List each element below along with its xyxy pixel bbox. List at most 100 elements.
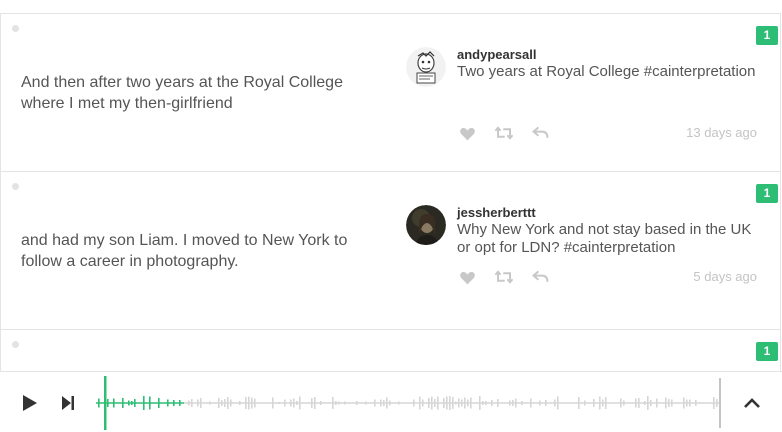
waveform-bar <box>599 396 601 410</box>
tweet-text: Two years at Royal College #cainterpreta… <box>457 63 756 80</box>
waveform-bar <box>365 401 367 405</box>
waveform-bar <box>335 401 337 405</box>
chevron-up-icon[interactable] <box>741 392 763 414</box>
waveform-bar <box>713 397 715 409</box>
waveform-bar <box>251 397 253 409</box>
waveform-bar <box>128 400 130 406</box>
waveform-bar <box>197 399 199 407</box>
tweet-count-badge[interactable]: 1 <box>756 184 778 203</box>
waveform-bar <box>716 399 718 407</box>
tweet-count-badge[interactable]: 1 <box>756 26 778 45</box>
play-icon[interactable] <box>19 392 41 414</box>
waveform-bar <box>671 399 673 407</box>
tweet-timestamp[interactable]: 13 days ago <box>686 125 757 140</box>
tweet-body: jessherberttt Why New York and not stay … <box>457 205 757 257</box>
waveform-bar <box>122 398 124 408</box>
waveform-bar <box>470 397 472 409</box>
transcript-segment: 1 and had my son Liam. I moved to New Yo… <box>0 171 781 329</box>
reply-icon[interactable] <box>530 267 550 287</box>
waveform-bar <box>143 396 145 410</box>
user-avatar[interactable] <box>406 47 446 87</box>
waveform-bar <box>272 397 274 409</box>
waveform-bar <box>398 401 400 405</box>
waveform-bar <box>338 401 340 405</box>
segment-transcript-text: and had my son Liam. I moved to New York… <box>21 232 348 270</box>
skip-next-icon[interactable] <box>57 392 79 414</box>
waveform-bar <box>383 400 385 406</box>
waveform-bar <box>593 399 595 407</box>
waveform-bar <box>173 400 175 406</box>
waveform-bar <box>389 400 391 406</box>
waveform-bar <box>254 398 256 408</box>
segment-marker-dot[interactable] <box>12 341 19 348</box>
reply-icon[interactable] <box>530 123 550 143</box>
waveform-bar <box>167 399 169 407</box>
tweet-actions: 5 days ago <box>457 267 757 287</box>
waveform-bar <box>245 397 247 409</box>
waveform-bar <box>179 400 181 406</box>
like-icon[interactable] <box>457 267 477 287</box>
waveform-bar <box>512 400 514 406</box>
waveform-bar <box>278 402 280 404</box>
waveform-bar <box>209 401 211 405</box>
tweet-username[interactable]: andypearsall <box>457 47 757 63</box>
waveform-bar <box>686 399 688 407</box>
waveform-bar <box>665 397 667 409</box>
tweet-text: Why New York and not stay based in the U… <box>457 221 752 256</box>
waveform-bar <box>428 398 430 408</box>
waveform-bar <box>644 401 646 405</box>
waveform-bar <box>638 398 640 408</box>
waveform-bar <box>656 398 658 408</box>
waveform-bar <box>464 397 466 409</box>
waveform-bar <box>491 400 493 406</box>
tweet-username[interactable]: jessherberttt <box>457 205 757 221</box>
tweet-count-badge[interactable]: 1 <box>756 342 778 361</box>
waveform-bar <box>413 399 415 407</box>
waveform-bar <box>188 400 190 406</box>
waveform-bar <box>446 396 448 410</box>
waveform-bar <box>314 397 316 409</box>
waveform-bar <box>620 398 622 408</box>
waveform-bar <box>344 401 346 405</box>
waveform-bar <box>635 398 637 408</box>
waveform-bar <box>434 399 436 407</box>
waveform-bar <box>515 398 517 408</box>
transcript-segment: 1 And then after two years at the Royal … <box>0 13 781 171</box>
waveform-bar <box>191 399 193 407</box>
waveform-bar <box>200 398 202 408</box>
waveform-bar <box>458 398 460 408</box>
waveform-bar <box>149 396 151 410</box>
waveform-bar <box>443 398 445 408</box>
waveform-bar <box>623 400 625 406</box>
waveform-bar <box>386 397 388 409</box>
waveform-bar <box>461 399 463 407</box>
waveform-bar <box>419 396 421 410</box>
audio-player-bar <box>0 371 782 432</box>
waveform-bar <box>668 399 670 407</box>
segment-marker-dot[interactable] <box>12 25 19 32</box>
retweet-icon[interactable] <box>494 123 514 143</box>
transcript-page: 1 And then after two years at the Royal … <box>0 0 782 432</box>
waveform-bar <box>293 398 295 408</box>
waveform-bar <box>131 401 133 405</box>
waveform-bar <box>296 401 298 405</box>
waveform-bar <box>578 397 580 409</box>
playhead <box>104 376 107 430</box>
tweet-timestamp[interactable]: 5 days ago <box>693 269 757 284</box>
like-icon[interactable] <box>457 123 477 143</box>
waveform-bar <box>683 397 685 409</box>
waveform-bar <box>650 400 652 406</box>
retweet-icon[interactable] <box>494 267 514 287</box>
waveform-end-marker <box>719 378 721 428</box>
waveform-bar <box>374 399 376 407</box>
waveform-bar <box>557 396 559 410</box>
waveform-bar <box>455 401 457 405</box>
audio-waveform-scrubber[interactable] <box>96 376 728 430</box>
segment-marker-dot[interactable] <box>12 183 19 190</box>
waveform-bar <box>218 398 220 408</box>
waveform-bar <box>113 398 115 408</box>
user-avatar[interactable] <box>406 205 446 245</box>
waveform-bar <box>158 398 160 408</box>
waveform-bar <box>134 399 136 407</box>
waveform-bar <box>221 400 223 406</box>
